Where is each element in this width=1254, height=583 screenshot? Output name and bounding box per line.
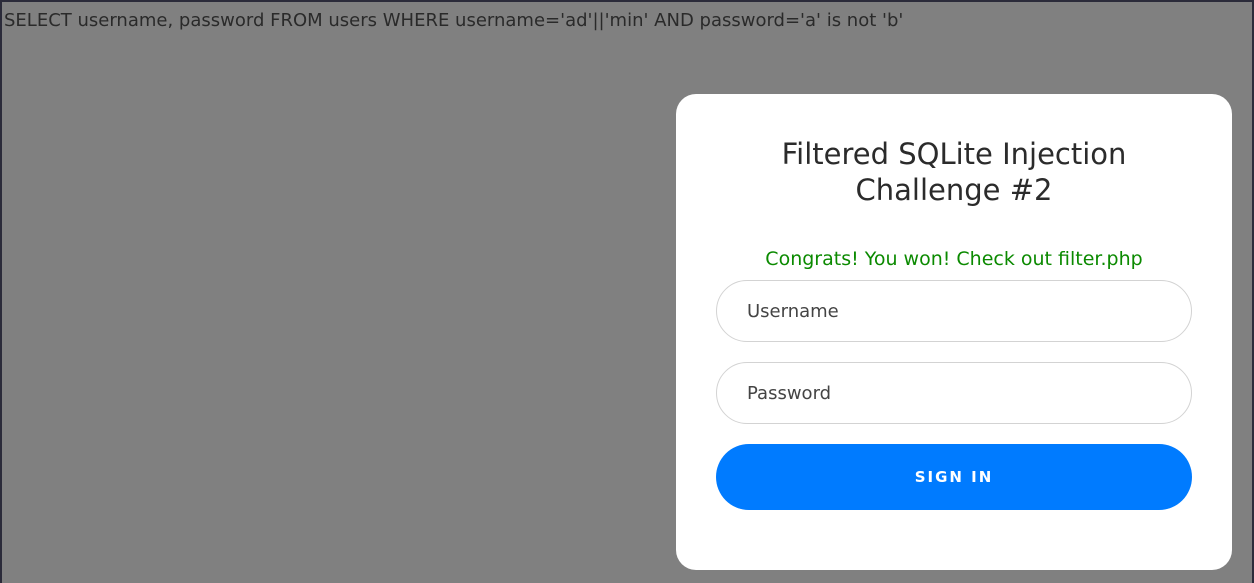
page-title: Filtered SQLite Injection Challenge #2 [781, 137, 1127, 207]
login-card: Filtered SQLite Injection Challenge #2 C… [676, 94, 1232, 570]
success-message: Congrats! You won! Check out filter.php [765, 248, 1143, 270]
sql-query-output: SELECT username, password FROM users WHE… [4, 10, 904, 31]
sign-in-button[interactable]: SIGN IN [716, 444, 1192, 510]
password-input[interactable] [716, 362, 1192, 424]
username-input[interactable] [716, 280, 1192, 342]
